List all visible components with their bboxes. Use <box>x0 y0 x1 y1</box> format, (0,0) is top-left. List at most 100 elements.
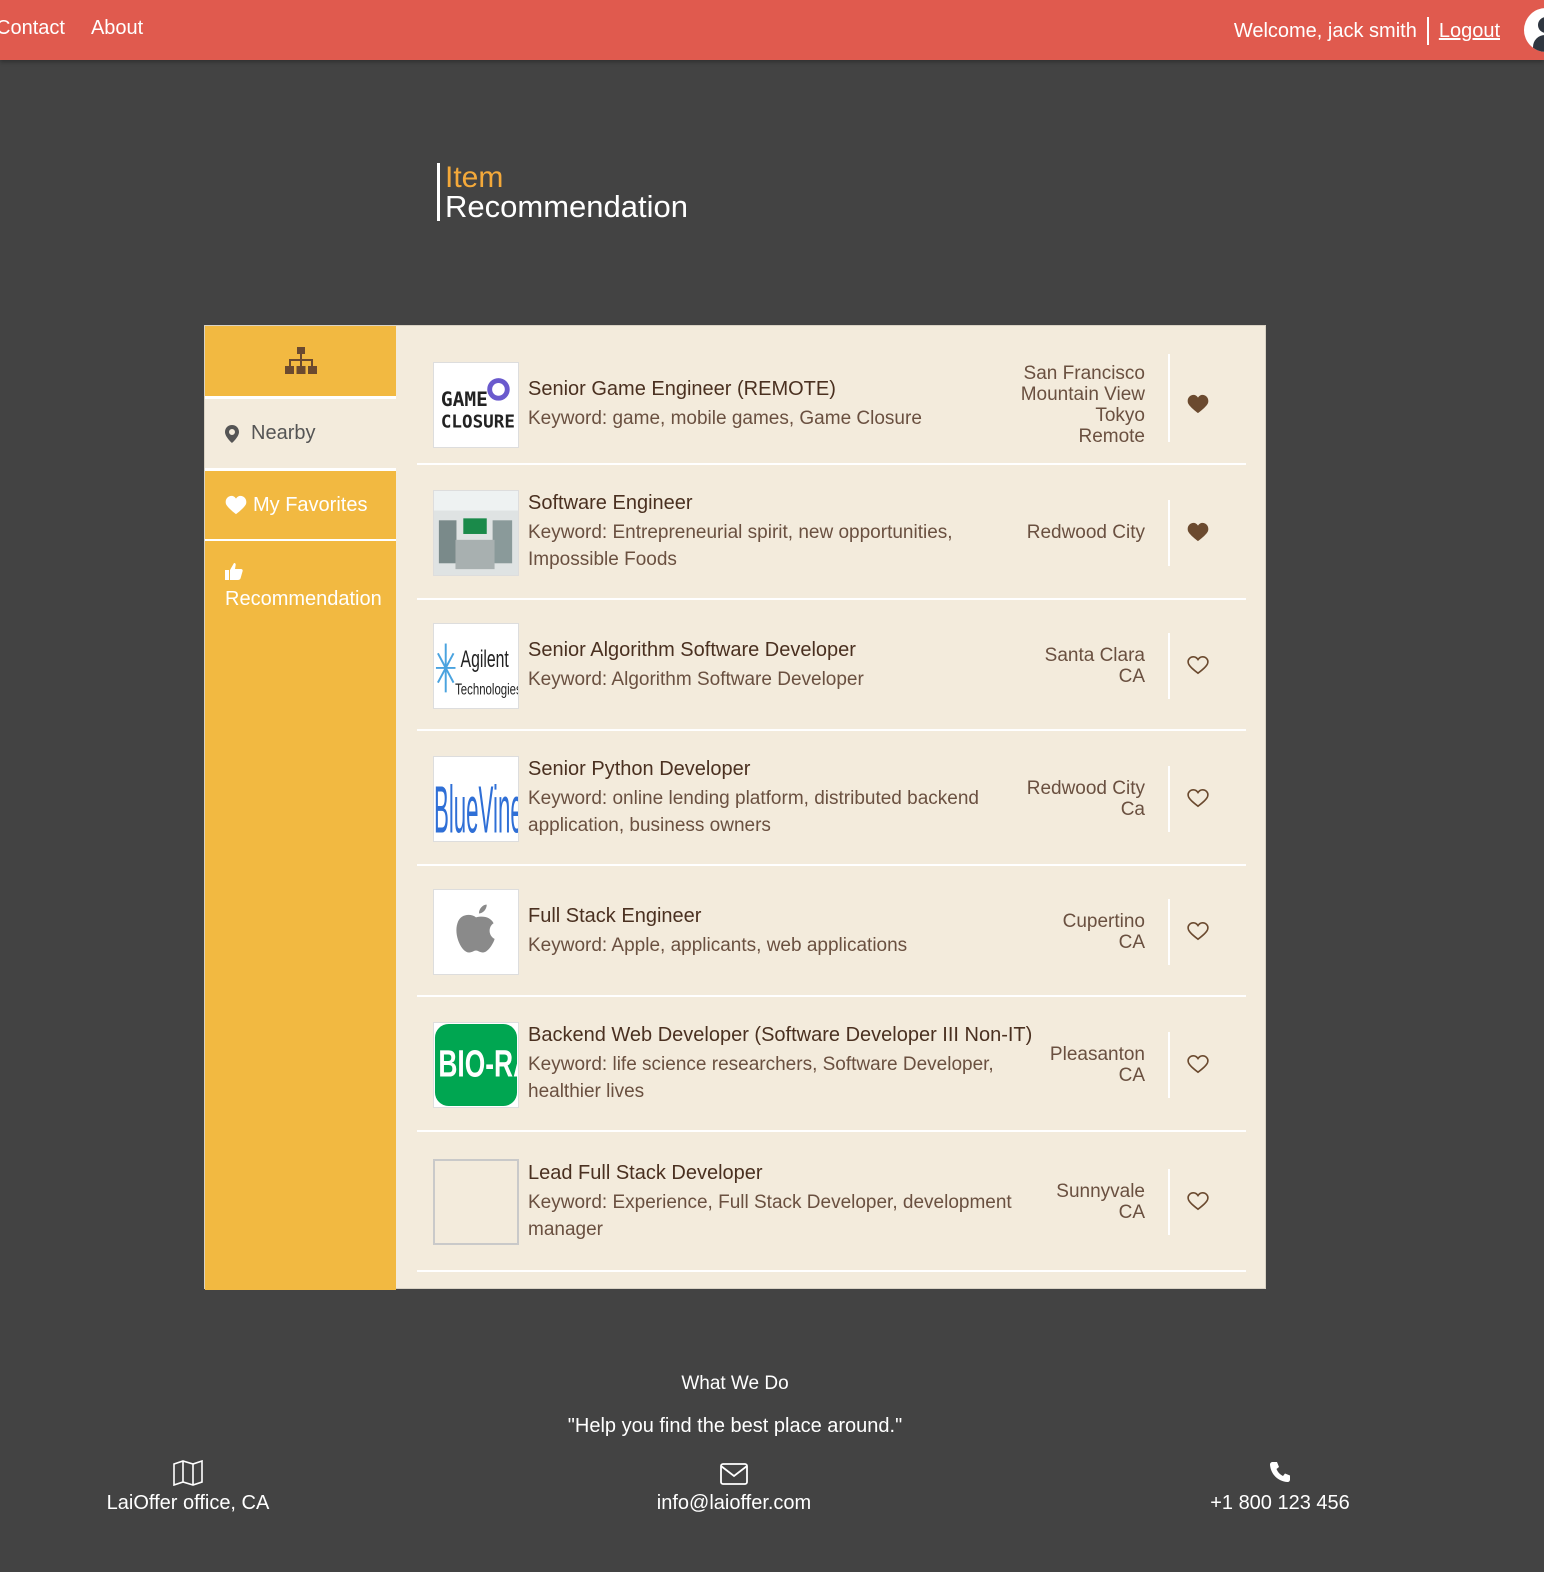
item-title[interactable]: Senior Game Engineer (REMOTE) <box>528 378 922 401</box>
item-title[interactable]: Lead Full Stack Developer <box>528 1162 1018 1185</box>
favorite-filled-heart-icon[interactable] <box>1187 522 1209 544</box>
list-item[interactable]: BlueVine Senior Python Developer Keyword: … <box>417 731 1246 866</box>
item-keywords: Keyword: online lending platform, distri… <box>528 788 979 836</box>
item-info: Senior Game Engineer (REMOTE) Keyword: ga… <box>528 378 922 432</box>
user-area: Welcome, jack smith Logout <box>1234 17 1500 45</box>
nav-contact-link[interactable]: Contact <box>0 17 65 40</box>
item-location-line: Redwood City <box>1026 522 1145 543</box>
map-marker-icon <box>225 424 239 443</box>
item-location-line: CA <box>1118 666 1145 687</box>
list-item[interactable]: Agilent Technologies Senior Algorithm Soft… <box>417 600 1246 731</box>
item-location: San Francisco Mountain View Tokyo Remote <box>1021 363 1145 447</box>
item-info: Senior Python Developer Keyword: online l… <box>528 758 1018 839</box>
sidebar-header <box>205 326 396 399</box>
svg-text:GAME: GAME <box>441 388 488 411</box>
item-divider <box>1168 766 1170 832</box>
footer-email: info@laioffer.com <box>604 1460 864 1515</box>
favorite-filled-heart-icon[interactable] <box>1187 394 1209 416</box>
item-divider <box>1168 633 1170 699</box>
item-location-line: CA <box>1118 932 1145 953</box>
heart-icon <box>225 495 247 515</box>
favorite-heart-icon[interactable] <box>1187 655 1209 677</box>
item-divider <box>1168 1032 1170 1098</box>
favorite-heart-icon[interactable] <box>1187 788 1209 810</box>
item-title[interactable]: Software Engineer <box>528 492 1018 515</box>
footer-title: What We Do <box>681 1373 789 1394</box>
item-thumbnail: Agilent Technologies <box>433 623 519 709</box>
sidebar-item-recommendation[interactable]: Recommendation <box>205 541 396 631</box>
item-divider <box>1168 500 1170 566</box>
nav-links: Contact About <box>0 17 143 40</box>
item-info: Full Stack Engineer Keyword: Apple, appli… <box>528 905 907 959</box>
svg-text:BIO-RAD: BIO-RAD <box>438 1041 518 1084</box>
item-thumbnail: BlueVine <box>433 756 519 842</box>
list-item[interactable]: Lead Full Stack Developer Keyword: Experi… <box>417 1132 1246 1272</box>
item-keywords: Keyword: Algorithm Software Developer <box>528 669 864 690</box>
list-item[interactable]: Full Stack Engineer Keyword: Apple, appli… <box>417 866 1246 997</box>
item-keywords: Keyword: Apple, applicants, web applicat… <box>528 935 908 956</box>
logout-link[interactable]: Logout <box>1439 20 1500 43</box>
thumbs-up-icon <box>225 562 243 580</box>
item-location: Pleasanton CA <box>1050 1044 1145 1086</box>
phone-icon <box>1150 1460 1410 1488</box>
item-keywords: Keyword: Entrepreneurial spirit, new opp… <box>528 522 953 570</box>
item-title[interactable]: Full Stack Engineer <box>528 905 907 928</box>
item-location-line: Tokyo <box>1095 405 1145 426</box>
top-navbar: Contact About Welcome, jack smith Logout <box>0 0 1544 60</box>
item-location: Santa Clara CA <box>1045 645 1145 687</box>
favorite-heart-icon[interactable] <box>1187 1191 1209 1213</box>
item-thumbnail <box>433 490 519 576</box>
sidebar-item-label: My Favorites <box>253 493 368 516</box>
item-location-line: CA <box>1118 1202 1145 1223</box>
svg-text:CLOSURE: CLOSURE <box>441 412 515 432</box>
list-item[interactable]: Software Engineer Keyword: Entrepreneuria… <box>417 465 1246 600</box>
welcome-text: Welcome, jack smith <box>1233 19 1417 42</box>
footer-address: LaiOffer office, CA <box>58 1459 318 1515</box>
sidebar-item-label: Nearby <box>251 422 316 444</box>
sidebar: Nearby My Favorites Recommendation <box>205 326 396 1290</box>
nav-divider <box>1426 17 1429 45</box>
item-location: Cupertino CA <box>1063 911 1145 953</box>
item-location: Redwood City Ca <box>1027 778 1145 820</box>
sidebar-item-label: Recommendation <box>225 587 382 610</box>
footer-email-text[interactable]: info@laioffer.com <box>657 1492 811 1514</box>
item-list: GAME CLOSURE Senior Game Engineer (REMOTE)… <box>417 344 1246 1272</box>
svg-text:Agilent: Agilent <box>461 647 509 673</box>
item-info: Software Engineer Keyword: Entrepreneuria… <box>528 492 1018 573</box>
avatar-icon[interactable] <box>1524 8 1544 52</box>
sitemap-icon <box>284 347 317 374</box>
footer-quote: "Help you find the best place around." <box>567 1415 903 1437</box>
item-keywords: Keyword: game, mobile games, Game Closur… <box>528 408 922 429</box>
footer-phone: +1 800 123 456 <box>1150 1460 1410 1515</box>
favorite-heart-icon[interactable] <box>1187 921 1209 943</box>
item-thumbnail: GAME CLOSURE <box>433 362 519 448</box>
svg-text:BlueVine: BlueVine <box>434 772 518 841</box>
list-item[interactable]: GAME CLOSURE Senior Game Engineer (REMOTE)… <box>417 344 1246 465</box>
item-title[interactable]: Senior Python Developer <box>528 758 1018 781</box>
nav-about-link[interactable]: About <box>91 17 143 40</box>
item-location-line: Pleasanton <box>1049 1044 1145 1065</box>
favorite-heart-icon[interactable] <box>1187 1054 1209 1076</box>
item-title[interactable]: Backend Web Developer (Software Develope… <box>528 1024 1032 1047</box>
footer-address-text: LaiOffer office, CA <box>106 1492 270 1514</box>
avatar-body <box>1533 35 1544 52</box>
list-item[interactable]: BIO-RAD Backend Web Developer (Software D… <box>417 997 1246 1132</box>
map-icon <box>58 1459 318 1488</box>
footer-phone-text[interactable]: +1 800 123 456 <box>1210 1492 1350 1514</box>
item-thumbnail: BIO-RAD <box>433 1022 519 1108</box>
item-location-line: Sunnyvale <box>1056 1181 1145 1202</box>
page-title-top: Item <box>445 161 504 194</box>
item-divider <box>1168 354 1170 442</box>
item-location: Redwood City <box>1027 522 1145 543</box>
envelope-icon <box>604 1460 864 1488</box>
item-location-line: Cupertino <box>1062 911 1145 932</box>
page-title-bottom: Recommendation <box>445 189 688 224</box>
item-location-line: San Francisco <box>1023 363 1145 384</box>
page-title: Item Recommendation <box>437 161 688 224</box>
sidebar-item-favorites[interactable]: My Favorites <box>205 471 396 541</box>
item-title[interactable]: Senior Algorithm Software Developer <box>528 639 864 662</box>
sidebar-item-nearby[interactable]: Nearby <box>205 399 396 471</box>
item-location: Sunnyvale CA <box>1056 1181 1145 1223</box>
svg-text:Technologies: Technologies <box>455 681 518 698</box>
item-location-line: Ca <box>1120 799 1145 820</box>
